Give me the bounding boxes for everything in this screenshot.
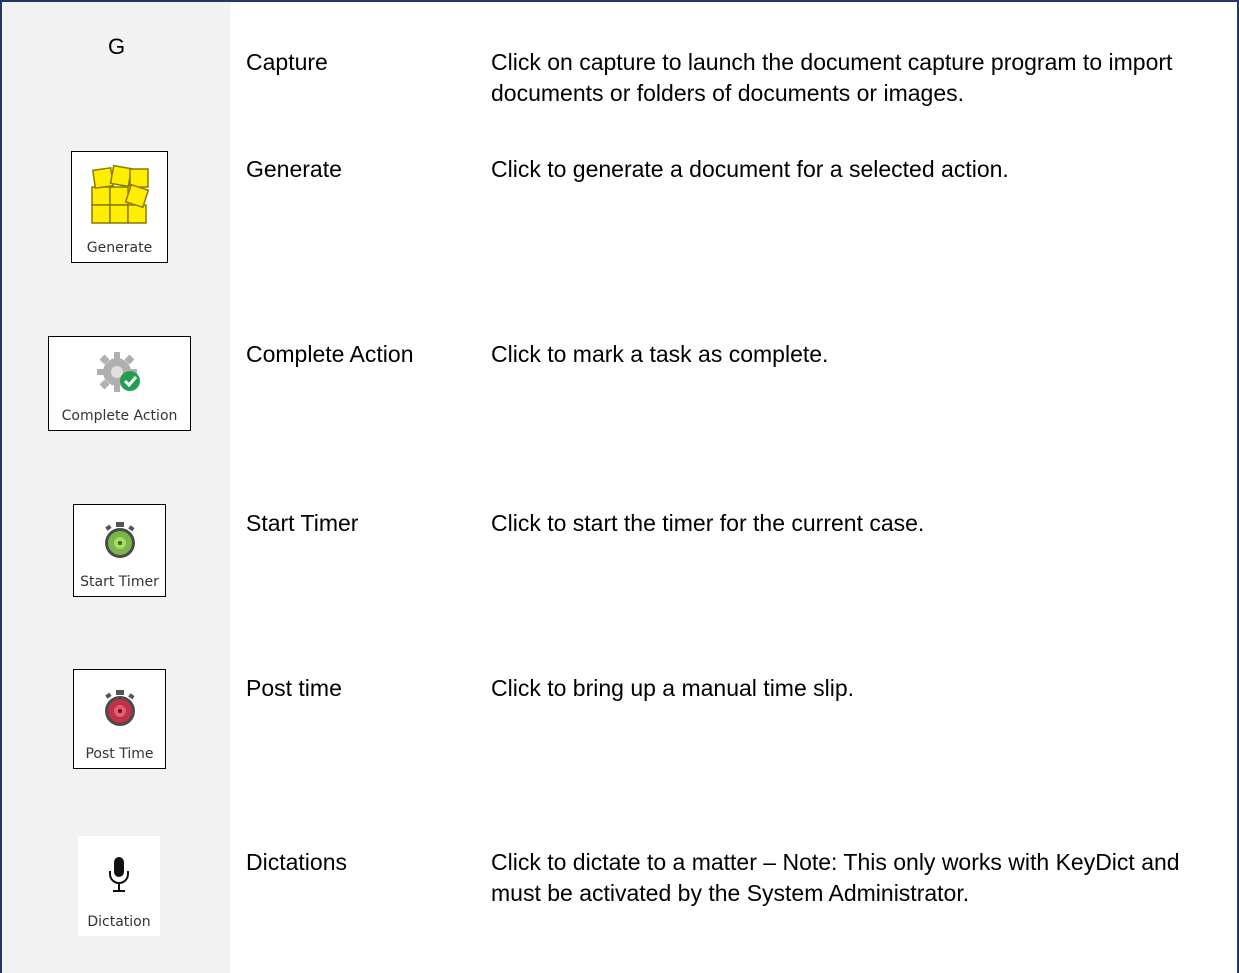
desc-complete-action: Click to mark a task as complete. xyxy=(491,341,829,367)
post-time-button[interactable]: Post Time xyxy=(73,669,166,769)
term-capture: Capture xyxy=(246,49,328,75)
complete-action-icon xyxy=(95,337,145,408)
dictation-button[interactable]: Dictation xyxy=(78,836,160,936)
term-dictations: Dictations xyxy=(246,849,347,875)
term-complete-action: Complete Action xyxy=(246,341,414,367)
desc-post-time: Click to bring up a manual time slip. xyxy=(491,675,855,701)
generate-button[interactable]: Generate xyxy=(71,151,168,263)
post-time-icon xyxy=(102,670,138,746)
start-timer-icon xyxy=(102,505,138,574)
desc-start-timer: Click to start the timer for the current… xyxy=(491,510,925,536)
desc-capture: Click on capture to launch the document … xyxy=(491,49,1173,106)
dictation-label: Dictation xyxy=(87,914,151,930)
desc-dictations: Click to dictate to a matter – Note: Thi… xyxy=(491,849,1180,906)
start-timer-button[interactable]: Start Timer xyxy=(73,504,166,597)
complete-action-button[interactable]: Complete Action xyxy=(48,336,191,431)
post-time-label: Post Time xyxy=(85,746,154,762)
term-generate: Generate xyxy=(246,156,342,182)
section-letter: G xyxy=(108,34,126,59)
term-start-timer: Start Timer xyxy=(246,510,359,536)
start-timer-label: Start Timer xyxy=(80,574,159,590)
generate-icon xyxy=(90,152,150,240)
icon-column xyxy=(2,2,230,973)
term-post-time: Post time xyxy=(246,675,342,701)
complete-action-label: Complete Action xyxy=(61,408,178,424)
generate-label: Generate xyxy=(86,240,153,256)
desc-generate: Click to generate a document for a selec… xyxy=(491,156,1009,182)
microphone-icon xyxy=(107,836,131,914)
